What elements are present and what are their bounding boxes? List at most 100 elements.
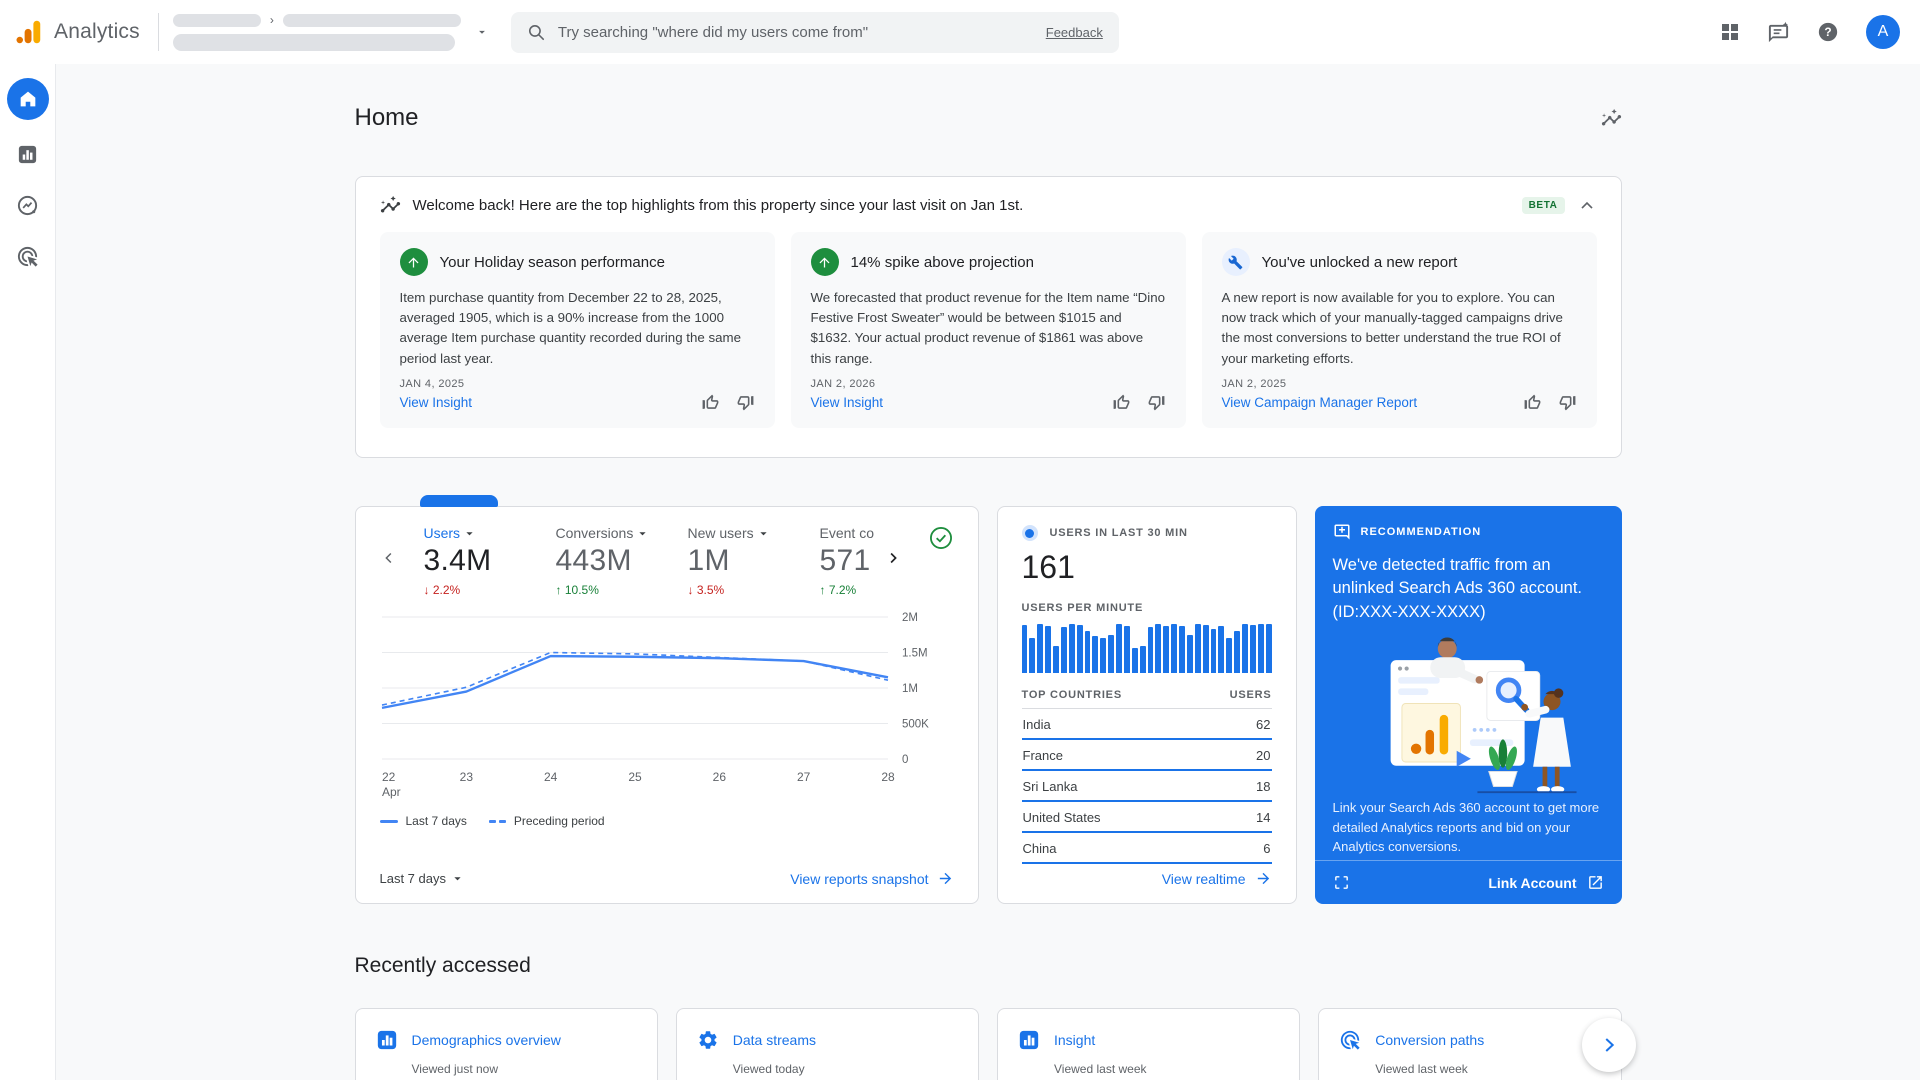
highlights-sparkle-icon — [380, 195, 401, 216]
highlight-title: Your Holiday season performance — [440, 254, 665, 271]
caret-down-icon[interactable] — [462, 526, 477, 541]
per-minute-bar — [1022, 625, 1028, 673]
caret-down-icon[interactable] — [756, 526, 771, 541]
sidebar-item-reports[interactable] — [16, 143, 39, 171]
highlight-date: JAN 2, 2025 — [1222, 378, 1577, 390]
recent-card-data-streams[interactable]: Data streams Viewed today — [676, 1008, 979, 1080]
feedback-comment-icon — [1767, 21, 1790, 44]
search-bar[interactable]: Feedback — [511, 12, 1119, 53]
recent-card-demographics-overview[interactable]: Demographics overview Viewed just now — [355, 1008, 658, 1080]
per-minute-bar — [1092, 636, 1098, 673]
top-bar: Analytics › Feedback — [0, 0, 1920, 64]
chevron-left-icon[interactable] — [380, 549, 398, 567]
metric-conversions[interactable]: Conversions 443M 10.5% — [556, 525, 662, 597]
reports-icon — [16, 143, 39, 166]
per-minute-bar — [1045, 626, 1051, 673]
recommendation-body: Link your Search Ads 360 account to get … — [1333, 798, 1604, 857]
recent-card-title: Conversion paths — [1375, 1032, 1484, 1048]
svg-text:?: ? — [1824, 25, 1831, 39]
collapse-banner-button[interactable] — [1577, 196, 1597, 216]
view-insight-link[interactable]: View Insight — [811, 395, 884, 410]
apps-grid-button[interactable] — [1720, 22, 1740, 42]
per-minute-bar — [1053, 646, 1059, 673]
recommendation-card: RECOMMENDATION We've detected traffic fr… — [1315, 506, 1622, 904]
sidebar-item-home[interactable] — [7, 78, 49, 120]
highlight-date: JAN 2, 2026 — [811, 378, 1166, 390]
check-circle-icon[interactable] — [928, 525, 954, 551]
highlight-body: We forecasted that product revenue for t… — [811, 288, 1166, 369]
recommendation-title: We've detected traffic from an unlinked … — [1333, 554, 1604, 624]
view-insight-link[interactable]: View Insight — [400, 395, 473, 410]
country-users: 14 — [1256, 810, 1270, 825]
recent-card-conversion-paths[interactable]: Conversion paths Viewed last week — [1318, 1008, 1621, 1080]
metric-delta: 10.5% — [556, 583, 662, 597]
help-icon: ? — [1817, 21, 1839, 43]
users-trend-chart: 0500K1M1.5M2M22Apr232425262728 — [380, 607, 954, 812]
recent-card-subtitle: Viewed just now — [412, 1062, 637, 1076]
metric-event-count[interactable]: Event count 571 7.2% — [820, 525, 874, 597]
thumb-down-icon[interactable] — [1147, 393, 1166, 412]
link-accounts-illustration — [1345, 628, 1591, 796]
per-minute-bar — [1203, 625, 1209, 673]
add-comment-icon — [1333, 523, 1351, 541]
thumb-down-icon[interactable] — [1558, 393, 1577, 412]
date-range-selector[interactable]: Last 7 days — [380, 871, 466, 886]
thumb-up-icon[interactable] — [701, 393, 720, 412]
scroll-next-button[interactable] — [1582, 1018, 1636, 1072]
highlight-card: 14% spike above projection We forecasted… — [791, 232, 1186, 428]
recent-card-subtitle: Viewed today — [733, 1062, 958, 1076]
account-property-selector[interactable]: › — [173, 13, 489, 51]
per-minute-bar — [1132, 648, 1138, 673]
country-row: France20 — [1022, 740, 1272, 771]
main-content: Home Welcome back! Here are the top high… — [56, 64, 1920, 1080]
chevron-down-icon — [475, 25, 489, 39]
caret-down-icon[interactable] — [635, 526, 650, 541]
per-minute-bar — [1077, 625, 1083, 673]
expand-icon[interactable] — [1333, 874, 1350, 891]
country-name: United States — [1023, 810, 1101, 825]
chevron-right-icon — [1598, 1034, 1620, 1056]
chevron-up-icon — [1577, 196, 1597, 216]
redacted-property-name — [283, 14, 461, 27]
feedback-link[interactable]: Feedback — [1046, 25, 1103, 40]
send-feedback-button[interactable] — [1767, 21, 1790, 44]
per-minute-bar — [1226, 638, 1232, 673]
view-realtime-link[interactable]: View realtime — [1162, 870, 1272, 887]
per-minute-bar — [1266, 624, 1272, 673]
breadcrumb-separator: › — [270, 13, 274, 27]
users-last-30-min-value: 161 — [1022, 549, 1272, 586]
per-minute-bar — [1155, 624, 1161, 673]
per-minute-bar — [1258, 624, 1264, 673]
country-name: India — [1023, 717, 1051, 732]
metric-new-users[interactable]: New users 1M 3.5% — [688, 525, 794, 597]
view-campaign-manager-report-link[interactable]: View Campaign Manager Report — [1222, 395, 1418, 410]
per-minute-bar — [1211, 629, 1217, 673]
sidebar-item-advertising[interactable] — [16, 245, 39, 273]
help-button[interactable]: ? — [1817, 21, 1839, 43]
metric-users[interactable]: Users 3.4M 2.2% — [424, 525, 530, 597]
thumb-up-icon[interactable] — [1112, 393, 1131, 412]
analytics-brand[interactable]: Analytics — [14, 17, 140, 47]
bar-chart-icon — [1018, 1029, 1040, 1051]
view-reports-snapshot-link[interactable]: View reports snapshot — [790, 870, 953, 887]
grid-icon — [1720, 22, 1740, 42]
chart-legend: Last 7 days Preceding period — [380, 814, 954, 828]
highlight-card: Your Holiday season performance Item pur… — [380, 232, 775, 428]
country-row: United States 14 — [1022, 802, 1272, 833]
per-minute-bar — [1148, 627, 1154, 673]
sidebar-item-explore[interactable] — [16, 194, 39, 222]
recent-card-title: Data streams — [733, 1032, 816, 1048]
insights-button[interactable] — [1601, 108, 1622, 129]
per-minute-bar — [1218, 626, 1224, 673]
per-minute-bar — [1187, 635, 1193, 673]
thumb-up-icon[interactable] — [1523, 393, 1542, 412]
search-input[interactable] — [558, 24, 1034, 41]
chevron-right-icon[interactable] — [884, 549, 902, 567]
link-account-button[interactable]: Link Account — [1488, 874, 1603, 891]
metric-delta: 7.2% — [820, 583, 874, 597]
legend-label: Last 7 days — [406, 814, 467, 828]
avatar[interactable]: A — [1866, 15, 1900, 49]
recent-card-insight[interactable]: Insight Viewed last week — [997, 1008, 1300, 1080]
per-minute-bar — [1108, 635, 1114, 673]
thumb-down-icon[interactable] — [736, 393, 755, 412]
